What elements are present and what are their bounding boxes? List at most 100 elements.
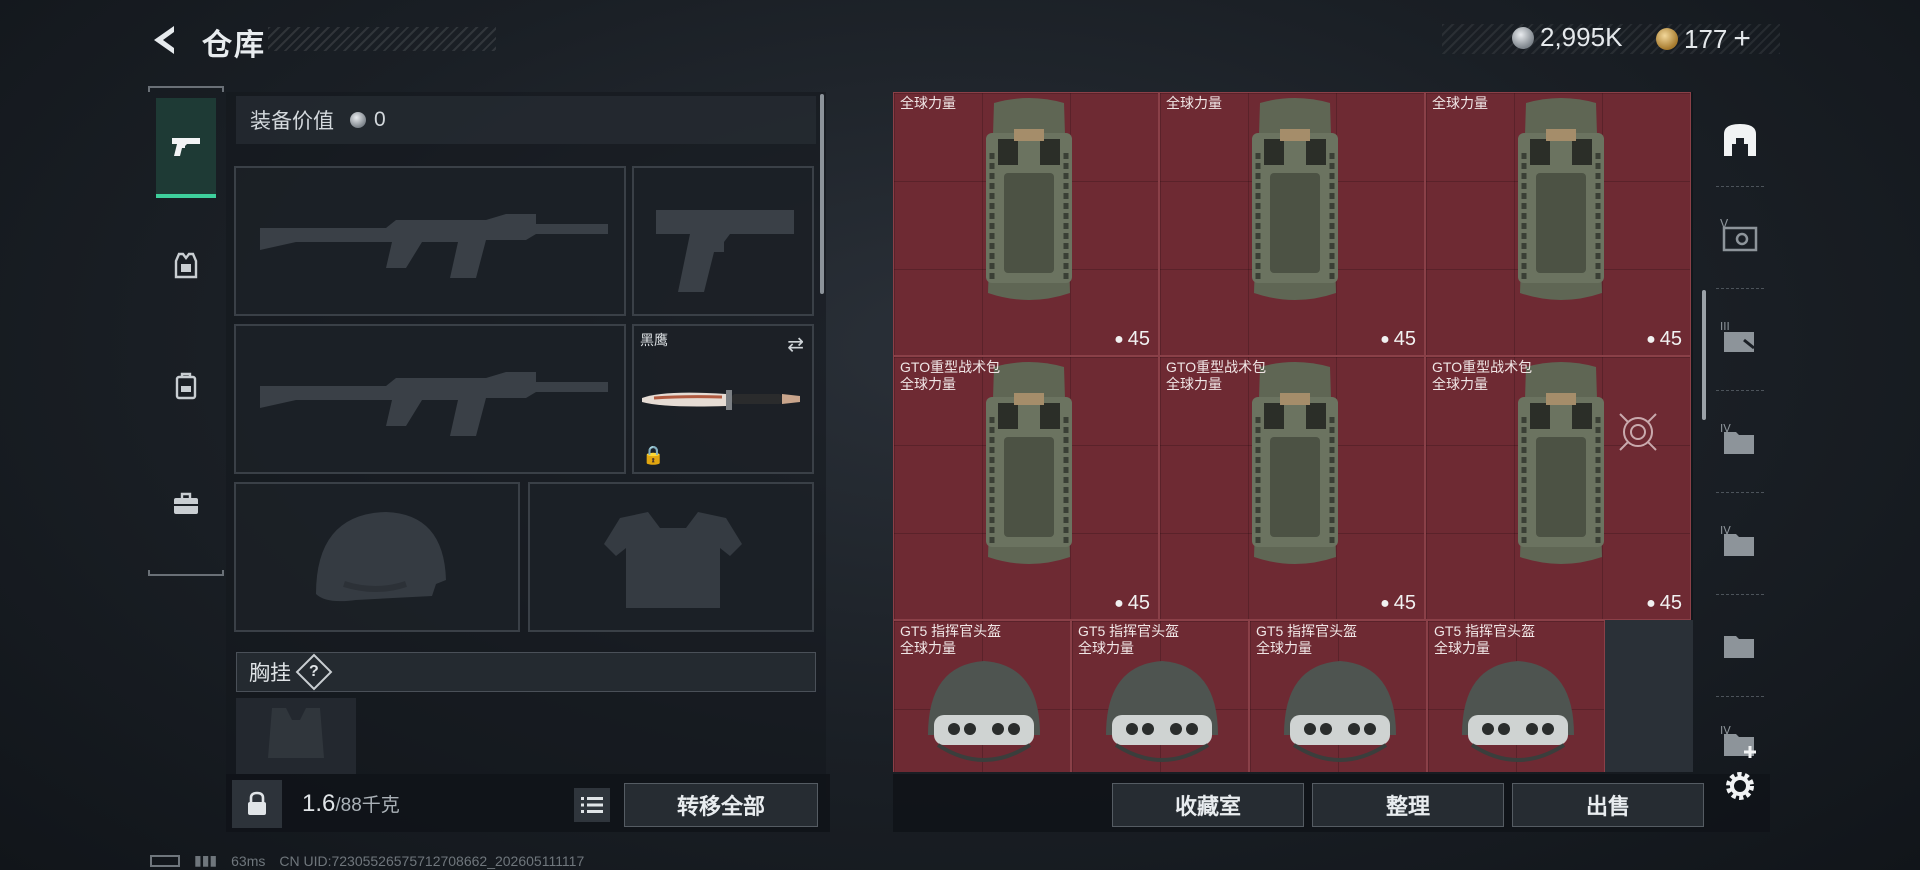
helmet-slot[interactable] bbox=[234, 482, 520, 632]
weight-icon: ● bbox=[1114, 594, 1124, 612]
item-name-line2: 全球力量 bbox=[900, 95, 956, 111]
primary-weapon-slot[interactable] bbox=[234, 166, 626, 316]
equipment-value-row: 装备价值 0 bbox=[236, 96, 816, 144]
silver-coin-icon bbox=[350, 112, 366, 128]
backpack-image bbox=[986, 98, 1072, 300]
sort-button[interactable]: 整理 bbox=[1312, 783, 1504, 827]
gold-amount: 177 bbox=[1684, 23, 1728, 54]
lock-button[interactable] bbox=[232, 780, 282, 828]
nav-case[interactable] bbox=[156, 454, 216, 554]
sell-button[interactable]: 出售 bbox=[1512, 783, 1704, 827]
equipment-value: 0 bbox=[374, 108, 386, 131]
back-arrow-icon bbox=[154, 26, 174, 54]
uid: CN UID:72305526575712708662_202605111117 bbox=[279, 852, 585, 869]
weight-max: /88千克 bbox=[335, 795, 400, 816]
weight-icon: ● bbox=[1646, 330, 1656, 348]
nav-backpack[interactable] bbox=[156, 336, 216, 436]
stash-page-iii[interactable]: III bbox=[1710, 306, 1770, 366]
stash-item-backpack[interactable]: GTO重型战术包 全球力量 ● 45 bbox=[1159, 356, 1425, 620]
weight-readout: 1.6/88千克 bbox=[302, 790, 400, 818]
pistol-silhouette-icon bbox=[656, 210, 794, 292]
item-name-line1: GTO重型战术包 bbox=[900, 359, 1001, 375]
item-name-line2: 全球力量 bbox=[1432, 376, 1488, 392]
item-name-line1: GTO重型战术包 bbox=[1166, 359, 1267, 375]
secondary-weapon-slot[interactable] bbox=[234, 324, 626, 474]
signal-icon: ▮▮▮ bbox=[194, 852, 218, 868]
item-name-line1: GT5 指挥官头盔 bbox=[1256, 623, 1358, 639]
gold-currency[interactable]: 177 + bbox=[1656, 22, 1751, 56]
stash-item-backpack[interactable]: 全球力量 ● 45 bbox=[1425, 92, 1691, 356]
melee-slot[interactable]: 黑鹰 ⇄ 🔒 bbox=[632, 324, 814, 474]
stash-item-helmet[interactable]: GT5 指挥官头盔 全球力量 60.0/60.0 bbox=[1427, 620, 1605, 772]
item-name: GT5 指挥官头盔 全球力量 bbox=[1256, 623, 1357, 657]
folder-icon bbox=[1724, 636, 1754, 658]
item-durability: 60.0/60.0 bbox=[1163, 771, 1242, 772]
item-durability: 60.0/60.0 bbox=[1341, 771, 1420, 772]
item-name-line1: GTO重型战术包 bbox=[1432, 359, 1533, 375]
item-durability: 60.0/60.0 bbox=[1519, 771, 1598, 772]
chest-rig-silhouette-icon bbox=[268, 708, 324, 758]
nav-armor[interactable] bbox=[156, 216, 216, 316]
list-icon bbox=[581, 797, 603, 813]
battery-icon bbox=[150, 854, 180, 867]
stash-item-backpack[interactable]: 全球力量 ● 45 bbox=[1159, 92, 1425, 356]
stash-item-backpack[interactable]: 全球力量 ● 45 bbox=[893, 92, 1159, 356]
briefcase-icon bbox=[174, 492, 198, 514]
folder-iii-icon: III bbox=[1720, 320, 1755, 352]
padlock-icon bbox=[248, 791, 266, 815]
stash-item-backpack[interactable]: GTO重型战术包 全球力量 ● 45 bbox=[1425, 356, 1691, 620]
back-button[interactable] bbox=[148, 22, 182, 58]
folder-v-icon: V bbox=[1720, 217, 1758, 252]
stash-scrollbar[interactable] bbox=[1702, 290, 1706, 420]
item-name-line2: 全球力量 bbox=[1166, 376, 1222, 392]
rifle-silhouette-icon bbox=[260, 372, 608, 436]
stash-page-home[interactable] bbox=[1710, 110, 1770, 170]
help-icon[interactable]: ? bbox=[295, 653, 333, 691]
settings-button[interactable] bbox=[1710, 756, 1770, 816]
item-name-line2: 全球力量 bbox=[1256, 640, 1312, 656]
item-name: GT5 指挥官头盔 全球力量 bbox=[1434, 623, 1535, 657]
stash-page-iv-a[interactable]: IV bbox=[1710, 408, 1770, 468]
item-count-value: 45 bbox=[1393, 328, 1416, 350]
item-name-line2: 全球力量 bbox=[1432, 95, 1488, 111]
silver-coin-icon bbox=[1512, 26, 1534, 49]
silver-amount: 2,995K bbox=[1540, 22, 1623, 52]
equipment-scrollbar[interactable] bbox=[820, 94, 824, 294]
helmet-silhouette-icon bbox=[316, 512, 446, 602]
body-armor-slot[interactable] bbox=[528, 482, 814, 632]
stash-page-iv-b[interactable]: IV bbox=[1710, 510, 1770, 570]
stash-item-backpack[interactable]: GTO重型战术包 全球力量 ● 45 bbox=[893, 356, 1159, 620]
nav-weapons[interactable] bbox=[156, 98, 216, 198]
title-decoration bbox=[268, 27, 496, 51]
chest-rig-slot[interactable] bbox=[236, 698, 356, 774]
item-name-line1: GT5 指挥官头盔 bbox=[1078, 623, 1180, 639]
transfer-all-button[interactable]: 转移全部 bbox=[624, 783, 818, 827]
stash-item-helmet[interactable]: GT5 指挥官头盔 全球力量 60.0/60.0 bbox=[1071, 620, 1249, 772]
armor-silhouette-icon bbox=[604, 512, 742, 608]
empty-grid-cell[interactable] bbox=[1605, 620, 1693, 772]
pistol-icon bbox=[172, 138, 200, 156]
list-view-button[interactable] bbox=[574, 788, 610, 822]
item-count-value: 45 bbox=[1659, 592, 1682, 614]
item-count-value: 45 bbox=[1127, 328, 1150, 350]
collection-room-button[interactable]: 收藏室 bbox=[1112, 783, 1304, 827]
stash-item-helmet[interactable]: GT5 指挥官头盔 全球力量 60.0/60.0 bbox=[893, 620, 1071, 772]
helmet-image bbox=[1284, 661, 1396, 762]
svg-text:III: III bbox=[1720, 320, 1730, 333]
helmet-image bbox=[1106, 661, 1218, 762]
chest-rig-label: 胸挂 bbox=[249, 662, 291, 685]
item-name: GT5 指挥官头盔 全球力量 bbox=[1078, 623, 1179, 657]
backpack-icon bbox=[175, 372, 197, 400]
stash-page-v[interactable]: V bbox=[1710, 204, 1770, 264]
item-count-value: 45 bbox=[1393, 592, 1416, 614]
item-count: ● 45 bbox=[1646, 592, 1682, 615]
add-gold-button[interactable]: + bbox=[1733, 22, 1751, 56]
stash-page-folder[interactable] bbox=[1710, 612, 1770, 672]
weight-icon: ● bbox=[1114, 330, 1124, 348]
helmet-image bbox=[1462, 661, 1574, 762]
item-name: 全球力量 bbox=[1166, 95, 1222, 112]
lock-icon: 🔒 bbox=[642, 445, 665, 465]
equipment-value-label: 装备价值 bbox=[250, 110, 334, 133]
sidearm-slot[interactable] bbox=[632, 166, 814, 316]
stash-item-helmet[interactable]: GT5 指挥官头盔 全球力量 60.0/60.0 bbox=[1249, 620, 1427, 772]
